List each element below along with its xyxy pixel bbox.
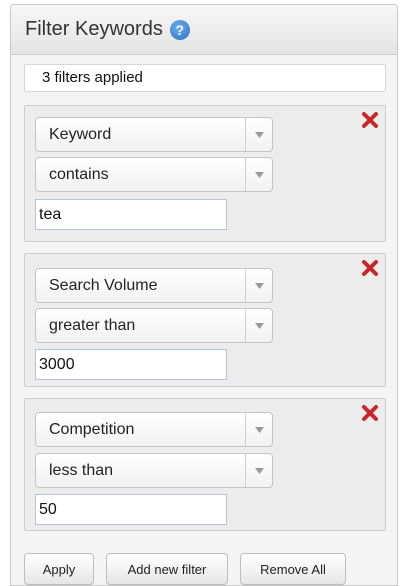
filter-status: 3 filters applied — [24, 64, 386, 92]
chevron-down-icon[interactable] — [245, 454, 272, 487]
remove-filter-icon[interactable] — [361, 111, 379, 129]
remove-all-button[interactable]: Remove All — [240, 553, 346, 585]
panel-title: Filter Keywords — [25, 18, 163, 40]
chevron-down-icon[interactable] — [245, 118, 272, 151]
filter-operator-value: greater than — [49, 316, 136, 334]
remove-filter-icon[interactable] — [361, 404, 379, 422]
remove-filter-icon[interactable] — [361, 259, 379, 277]
filter-row-competition: Competition less than — [24, 398, 386, 531]
chevron-down-icon[interactable] — [245, 309, 272, 342]
filter-field-value: Keyword — [49, 125, 112, 143]
filter-field-value: Search Volume — [49, 276, 158, 294]
apply-button[interactable]: Apply — [24, 553, 94, 585]
chevron-down-icon[interactable] — [245, 158, 272, 191]
filter-value-input[interactable] — [35, 494, 227, 525]
filter-value-input[interactable] — [35, 349, 227, 380]
panel-header: Filter Keywords ? — [11, 5, 397, 55]
filter-field-select[interactable]: Search Volume — [35, 268, 273, 303]
filter-row-search-volume: Search Volume greater than — [24, 253, 386, 387]
help-icon[interactable]: ? — [169, 19, 190, 40]
add-new-filter-button[interactable]: Add new filter — [106, 553, 228, 585]
filter-field-select[interactable]: Keyword — [35, 117, 273, 152]
filter-keywords-panel: Filter Keywords ? 3 filters applied Keyw… — [10, 4, 398, 586]
filter-field-value: Competition — [49, 420, 135, 438]
filter-operator-select[interactable]: less than — [35, 453, 273, 488]
filter-operator-select[interactable]: greater than — [35, 308, 273, 343]
chevron-down-icon[interactable] — [245, 413, 272, 446]
filter-field-select[interactable]: Competition — [35, 412, 273, 447]
chevron-down-icon[interactable] — [245, 269, 272, 302]
filter-operator-value: less than — [49, 461, 114, 479]
filter-operator-select[interactable]: contains — [35, 157, 273, 192]
filter-operator-value: contains — [49, 165, 109, 183]
filter-value-input[interactable] — [35, 199, 227, 230]
filter-row-keyword: Keyword contains — [24, 105, 386, 242]
